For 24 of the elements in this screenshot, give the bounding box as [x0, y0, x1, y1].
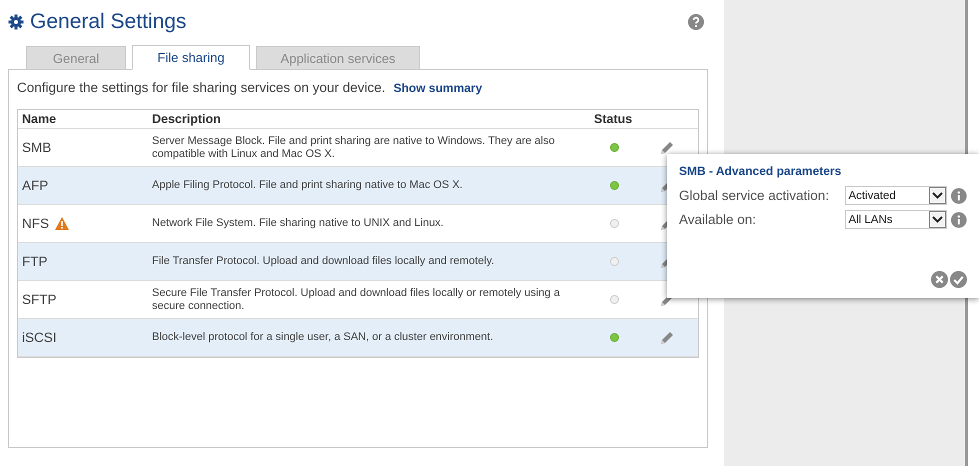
service-description: File Transfer Protocol. Upload and download files locally and remotely. — [151, 255, 496, 268]
column-header: Status — [593, 112, 634, 126]
dropdown-field[interactable]: Activated — [845, 186, 948, 205]
service-name: SMB — [21, 140, 52, 155]
service-description: Server Message Block. File and print sharing are native to Windows. They are also compatible with Linux and Mac OS X. — [151, 134, 556, 160]
dropdown-field[interactable]: All LANs — [845, 210, 948, 229]
service-name: SFTP — [21, 292, 58, 307]
column-header: Name — [21, 112, 58, 126]
service-description: Secure File Transfer Protocol. Upload and download files locally or remotely using a secure connection. — [151, 286, 561, 312]
popup-title: SMB - Advanced parameters — [679, 164, 842, 178]
field-label: Global service activation: — [679, 188, 830, 203]
service-name: AFP — [21, 178, 50, 193]
service-description: Block-level protocol for a single user, a SAN, or a cluster environment. — [151, 331, 494, 344]
show-summary-link[interactable]: Show summary — [393, 81, 482, 95]
service-description: Apple Filing Protocol. File and print sharing native to Mac OS X. — [151, 179, 464, 192]
intro-text: Configure the settings for file sharing services on your device. — [17, 80, 386, 95]
service-name: FTP — [21, 254, 48, 269]
service-name: NFS — [18, 216, 148, 231]
field-label: Available on: — [679, 212, 758, 227]
column-header: Description — [151, 112, 222, 126]
service-name: iSCSI — [21, 330, 58, 345]
service-description: Network File System. File sharing native to UNIX and Linux. — [151, 217, 445, 230]
page-title: General Settings — [30, 10, 186, 34]
tab[interactable]: File sharing — [132, 45, 250, 70]
